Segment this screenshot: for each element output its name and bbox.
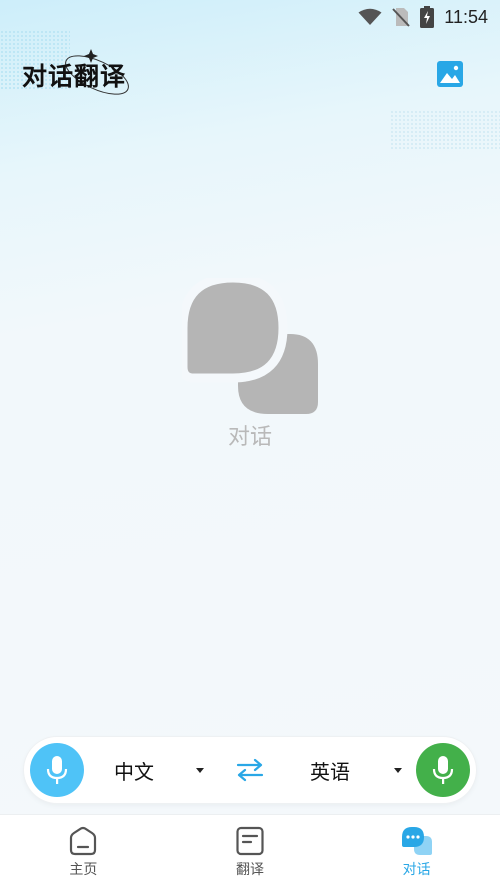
microphone-icon [46, 756, 68, 784]
empty-state: 对话 [0, 278, 500, 458]
source-language-select[interactable]: 中文 [114, 737, 214, 803]
status-time: 11:54 [444, 6, 488, 27]
header: 对话翻译 [0, 48, 500, 100]
nav-item-home[interactable]: 主页 [0, 815, 167, 889]
target-language-select[interactable]: 英语 [310, 737, 410, 803]
battery-charging-icon [420, 6, 435, 28]
microphone-icon [432, 756, 454, 784]
source-mic-button[interactable] [30, 743, 84, 797]
swap-languages-button[interactable] [236, 758, 264, 782]
language-bar: 中文 英语 [24, 737, 476, 803]
image-icon [437, 61, 463, 87]
document-icon [236, 826, 264, 856]
dropdown-caret-icon [196, 768, 204, 773]
source-language-label: 中文 [114, 761, 154, 784]
dropdown-caret-icon [394, 768, 402, 773]
nav-label: 翻译 [236, 862, 264, 878]
nav-label: 主页 [69, 862, 98, 878]
wifi-icon [358, 8, 382, 25]
nav-item-dialog[interactable]: 对话 [333, 815, 500, 889]
swap-arrows-icon [236, 758, 264, 782]
chat-bubbles-icon [182, 278, 318, 414]
target-mic-button[interactable] [416, 743, 470, 797]
nav-label: 对话 [402, 862, 431, 878]
bottom-nav: 主页 翻译 对话 [0, 814, 500, 889]
home-icon [70, 826, 97, 856]
page-title: 对话翻译 [22, 62, 127, 91]
nav-item-translate[interactable]: 翻译 [167, 815, 334, 889]
no-sim-icon [392, 8, 411, 27]
background-dots [390, 110, 500, 150]
status-bar: 11:54 [0, 0, 500, 34]
chat-bubbles-icon [401, 827, 432, 855]
image-button[interactable] [436, 60, 464, 88]
target-language-label: 英语 [310, 761, 350, 784]
empty-state-label: 对话 [227, 425, 272, 450]
